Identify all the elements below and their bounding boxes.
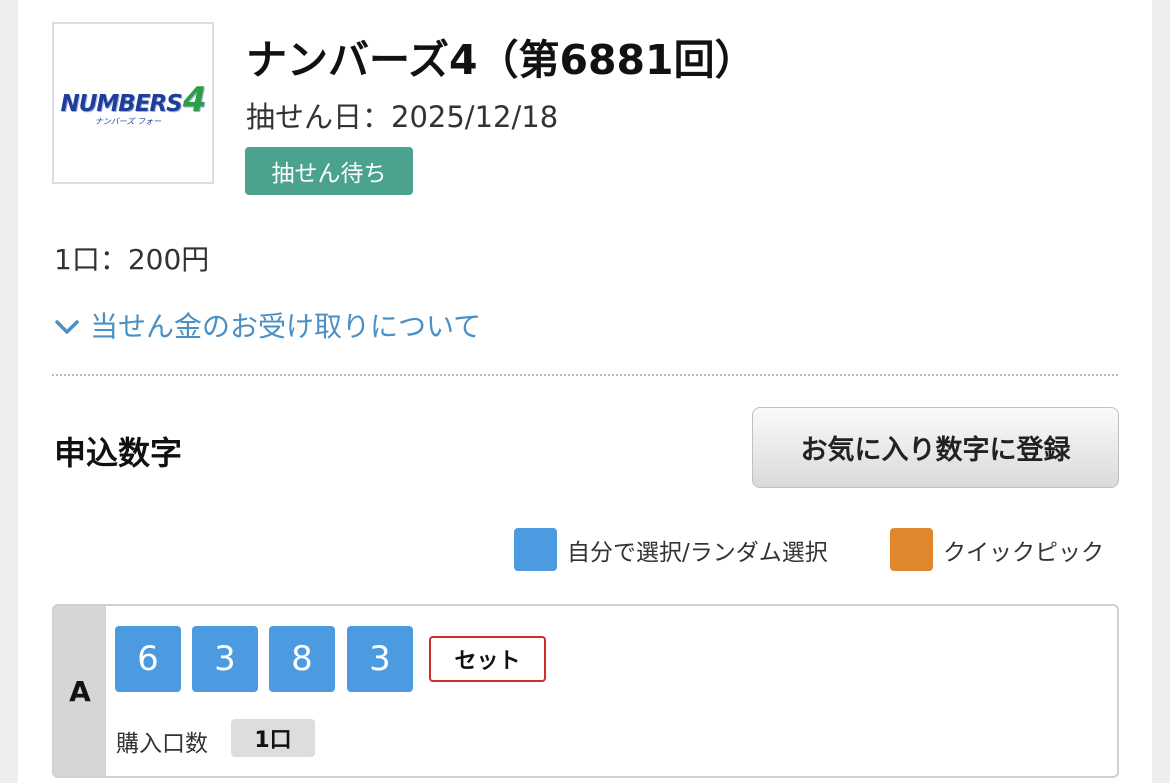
legend-swatch-blue [514,528,557,571]
digit-2: 3 [192,626,258,692]
logo-subtext: ナンバーズ フォー [94,116,162,126]
page-title: ナンバーズ4（第6881回） [246,36,756,84]
entry-type-badge: セット [429,636,546,682]
prize-info-link[interactable]: 当せん金のお受け取りについて [54,305,481,345]
quantity-value: 1口 [231,719,315,757]
numbers4-logo: NUMBERS4 ナンバーズ フォー [52,22,214,184]
legend-swatch-orange [890,528,933,571]
section-title: 申込数字 [54,434,183,472]
digit-3: 8 [269,626,335,692]
draw-date: 抽せん日：2025/12/18 [246,100,559,134]
unit-price: 1口：200円 [54,243,210,276]
prize-info-link-label: 当せん金のお受け取りについて [90,310,482,343]
page: NUMBERS4 ナンバーズ フォー ナンバーズ4（第6881回） 抽せん日：2… [18,0,1152,783]
logo-wordmark: NUMBERS4 [60,79,206,120]
chevron-down-icon [55,320,79,334]
quantity-label: 購入口数 [116,731,208,757]
entry-row-label: A [54,606,106,776]
status-badge: 抽せん待ち [245,147,413,195]
section-divider [52,374,1118,376]
legend-self-select: 自分で選択/ランダム選択 [514,528,828,571]
digit-1: 6 [115,626,181,692]
legend-label: 自分で選択/ランダム選択 [567,539,828,566]
register-favorite-button[interactable]: お気に入り数字に登録 [752,407,1119,488]
digit-4: 3 [347,626,413,692]
entry-card-a: A 6 3 8 3 セット 購入口数 1口 [52,604,1119,778]
legend-label: クイックピック [943,539,1104,566]
legend-quick-pick: クイックピック [890,528,1104,571]
